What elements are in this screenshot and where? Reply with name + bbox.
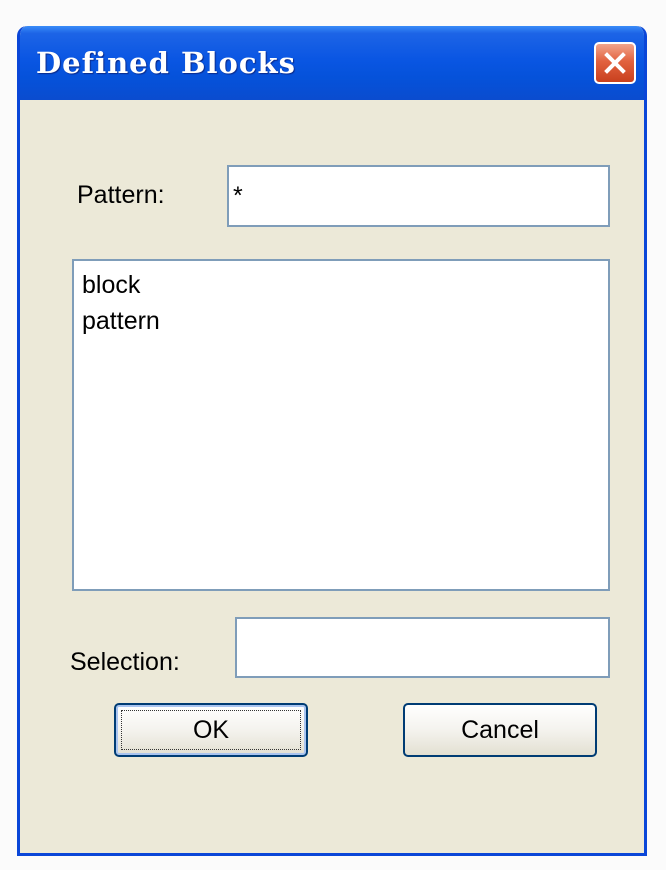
- ok-button[interactable]: OK: [114, 703, 308, 757]
- pattern-input[interactable]: [227, 165, 610, 227]
- list-item[interactable]: block: [82, 267, 600, 303]
- title-bar[interactable]: Defined Blocks: [20, 26, 644, 100]
- selection-label: Selection:: [70, 648, 180, 676]
- blocks-listbox[interactable]: block pattern: [72, 259, 610, 591]
- dialog-window: Defined Blocks Pattern: block pattern Se…: [17, 26, 647, 856]
- close-button[interactable]: [594, 42, 636, 84]
- selection-input[interactable]: [235, 617, 610, 678]
- focus-rectangle: [121, 710, 301, 750]
- cancel-button-label: Cancel: [461, 715, 539, 744]
- page: Defined Blocks Pattern: block pattern Se…: [0, 0, 666, 870]
- close-icon: [604, 52, 626, 74]
- pattern-label: Pattern:: [77, 181, 165, 209]
- cancel-button[interactable]: Cancel: [403, 703, 597, 757]
- list-item[interactable]: pattern: [82, 303, 600, 339]
- window-title: Defined Blocks: [36, 46, 296, 80]
